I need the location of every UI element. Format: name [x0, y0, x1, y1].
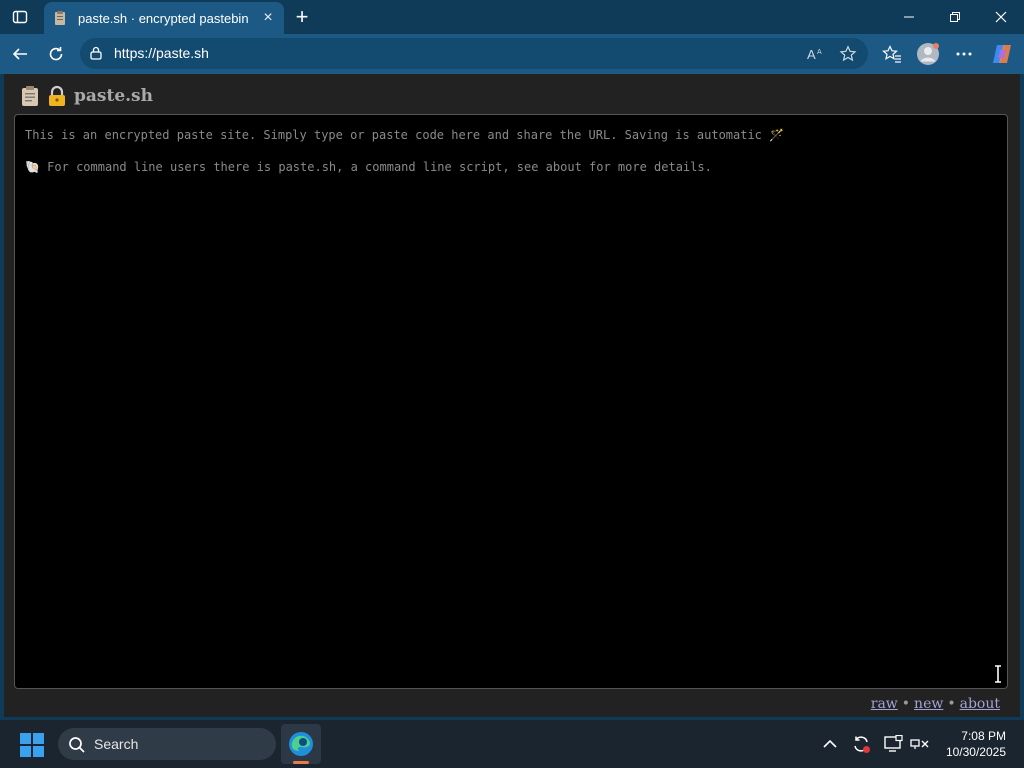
raw-link[interactable]: raw [871, 696, 898, 712]
edge-icon [289, 732, 313, 756]
tab-actions-icon [12, 10, 28, 24]
close-window-button[interactable] [978, 0, 1024, 34]
clipboard-icon [22, 86, 38, 106]
network-volume-button[interactable] [908, 732, 932, 756]
restore-icon [950, 12, 960, 22]
copilot-icon [993, 45, 1011, 63]
profile-button[interactable] [914, 40, 942, 68]
taskbar-search[interactable]: Search [58, 728, 276, 760]
taskbar: Search 7:08 PM 10/30/2025 [0, 720, 1024, 768]
edge-taskbar-button[interactable] [281, 724, 321, 764]
tab-bar: paste.sh · encrypted pastebin × + [0, 0, 1024, 34]
footer-links: raw • new • about [871, 696, 1000, 712]
active-tab[interactable]: paste.sh · encrypted pastebin × [44, 2, 284, 34]
lock-icon[interactable] [88, 45, 104, 61]
lock-icon [49, 85, 65, 106]
new-tab-button[interactable]: + [288, 4, 316, 30]
site-title[interactable]: paste.sh [74, 86, 153, 106]
avatar-icon [917, 43, 939, 65]
favorites-icon [882, 45, 901, 63]
search-icon [69, 737, 85, 753]
svg-text:A: A [817, 49, 822, 56]
close-icon [995, 11, 1007, 23]
favorite-star-icon[interactable] [838, 44, 858, 64]
minimize-button[interactable] [886, 0, 932, 34]
minimize-icon [904, 16, 914, 18]
chevron-up-icon [823, 739, 837, 748]
running-indicator [293, 761, 309, 764]
paste-favicon-icon [55, 11, 65, 25]
separator: • [901, 696, 911, 712]
text-cursor-icon [995, 665, 1001, 683]
tab-title: paste.sh · encrypted pastebin [78, 10, 249, 26]
site-header: paste.sh [20, 84, 153, 108]
page-content: paste.sh This is an encrypted paste site… [4, 74, 1020, 717]
more-horizontal-icon [956, 52, 972, 56]
tab-actions-button[interactable] [0, 0, 40, 34]
tab-close-icon[interactable]: × [256, 6, 280, 30]
favorites-button[interactable] [878, 40, 906, 68]
browser-toolbar: https://paste.sh AA [0, 34, 1024, 74]
display-button[interactable] [881, 732, 905, 756]
read-aloud-icon[interactable]: AA [806, 44, 826, 64]
back-arrow-icon [12, 48, 27, 60]
windows-start-icon[interactable] [20, 733, 44, 757]
sync-status-button[interactable] [849, 732, 873, 756]
show-hidden-icons-button[interactable] [818, 732, 842, 756]
about-link[interactable]: about [960, 696, 1000, 712]
refresh-button[interactable] [41, 39, 71, 69]
sync-icon [854, 736, 870, 753]
address-bar[interactable]: https://paste.sh AA [80, 38, 868, 69]
clock-date: 10/30/2025 [945, 745, 1006, 759]
restore-button[interactable] [932, 0, 978, 34]
network-muted-icon [910, 739, 929, 749]
paste-editor[interactable]: This is an encrypted paste site. Simply … [14, 114, 1008, 689]
system-clock[interactable]: 7:08 PM 10/30/2025 [936, 728, 1006, 760]
refresh-icon [49, 47, 63, 61]
separator: • [947, 696, 956, 712]
search-label: Search [94, 736, 139, 752]
editor-placeholder-line2: 🐚 For command line users there is paste.… [25, 160, 712, 174]
editor-placeholder-line1: This is an encrypted paste site. Simply … [25, 128, 785, 142]
clock-time: 7:08 PM [961, 729, 1006, 743]
back-button[interactable] [5, 39, 35, 69]
copilot-button[interactable] [988, 40, 1016, 68]
more-options-button[interactable] [950, 40, 978, 68]
new-link[interactable]: new [914, 696, 943, 712]
url-text[interactable]: https://paste.sh [114, 45, 209, 61]
svg-text:A: A [807, 47, 816, 62]
monitor-icon [884, 735, 903, 752]
